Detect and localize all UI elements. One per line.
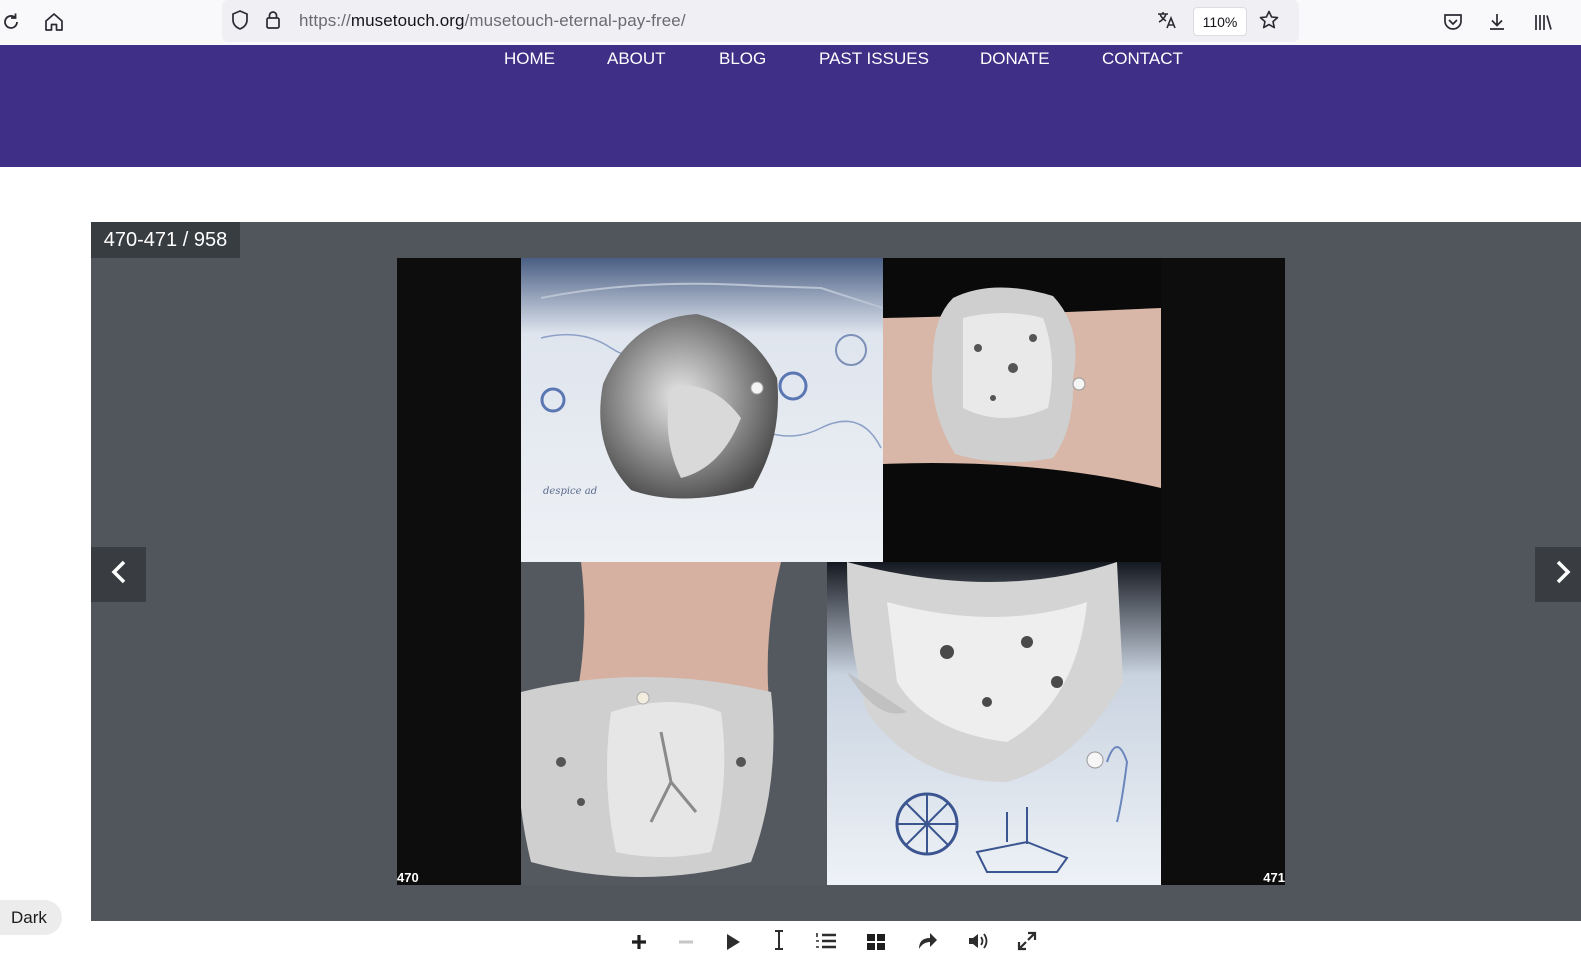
- nav-home[interactable]: HOME: [504, 49, 555, 69]
- url-path: /musetouch-eternal-pay-free/: [464, 11, 686, 30]
- thumbnails-button[interactable]: [863, 932, 889, 956]
- url-domain: musetouch.org: [350, 11, 465, 30]
- library-button[interactable]: [1527, 6, 1559, 38]
- flipbook-toolbar: [620, 929, 1060, 957]
- silver-cuff-closeup-photo: [827, 562, 1161, 885]
- pocket-icon: [1442, 11, 1464, 33]
- share-icon: [916, 931, 938, 956]
- nav-contact[interactable]: CONTACT: [1102, 49, 1183, 69]
- next-page-button[interactable]: [1535, 547, 1581, 602]
- browser-toolbar: https://musetouch.org/musetouch-eternal-…: [0, 0, 1581, 45]
- play-icon: [724, 933, 742, 956]
- zoom-in-button[interactable]: [626, 932, 652, 956]
- home-button[interactable]: [38, 6, 70, 38]
- nav-past-issues[interactable]: PAST ISSUES: [819, 49, 929, 69]
- main-nav: HOME ABOUT BLOG PAST ISSUES DONATE CONTA…: [0, 49, 1581, 79]
- address-bar[interactable]: https://musetouch.org/musetouch-eternal-…: [222, 0, 1299, 42]
- download-icon: [1486, 11, 1508, 33]
- autoplay-button[interactable]: [720, 932, 746, 956]
- chevron-right-icon: [1553, 559, 1573, 590]
- page-counter: 470-471 / 958: [91, 222, 240, 258]
- nav-about[interactable]: ABOUT: [607, 49, 666, 69]
- tracking-protection-shield-icon[interactable]: [230, 9, 250, 31]
- wide-bracelet-on-wrist-photo: [521, 562, 827, 885]
- right-page-number: 471: [1263, 870, 1285, 885]
- dark-mode-toggle[interactable]: Dark: [0, 900, 62, 935]
- flipbook-viewer: 470-471 / 958 despice ad 470 471: [91, 222, 1581, 921]
- url-text[interactable]: https://musetouch.org/musetouch-eternal-…: [299, 11, 686, 31]
- library-icon: [1532, 11, 1554, 33]
- text-select-icon: [772, 929, 786, 956]
- nav-blog[interactable]: BLOG: [719, 49, 766, 69]
- left-page-number: 470: [397, 870, 419, 885]
- text-select-button[interactable]: [766, 929, 792, 956]
- zoom-level-badge[interactable]: 110%: [1193, 7, 1247, 36]
- table-of-contents-icon: [815, 931, 837, 956]
- page-spread[interactable]: despice ad 470 471: [397, 258, 1285, 885]
- pocket-button[interactable]: [1437, 6, 1469, 38]
- fullscreen-button[interactable]: [1014, 931, 1040, 956]
- silver-cuff-on-wrist-photo: [883, 258, 1161, 562]
- silver-cuff-on-map-photo: despice ad: [521, 258, 883, 562]
- reload-icon: [1, 12, 21, 32]
- url-prefix: https://: [299, 11, 351, 30]
- zoom-in-icon: [630, 933, 648, 956]
- sound-icon: [967, 931, 989, 956]
- reload-button[interactable]: [0, 6, 27, 38]
- downloads-button[interactable]: [1481, 6, 1513, 38]
- chevron-left-icon: [109, 559, 129, 590]
- svg-text:despice ad: despice ad: [543, 486, 597, 497]
- sound-button[interactable]: [965, 932, 991, 956]
- table-of-contents-button[interactable]: [813, 932, 839, 956]
- lock-icon[interactable]: [264, 9, 282, 31]
- thumbnails-icon: [866, 933, 886, 956]
- fullscreen-icon: [1017, 931, 1037, 956]
- nav-donate[interactable]: DONATE: [980, 49, 1050, 69]
- translate-icon[interactable]: [1156, 9, 1178, 31]
- site-header: HOME ABOUT BLOG PAST ISSUES DONATE CONTA…: [0, 45, 1581, 167]
- previous-page-button[interactable]: [91, 547, 146, 602]
- home-icon: [43, 11, 65, 33]
- share-button[interactable]: [914, 932, 940, 956]
- bookmark-star-icon[interactable]: [1258, 9, 1280, 31]
- zoom-out-icon: [677, 933, 695, 956]
- zoom-out-button[interactable]: [673, 932, 699, 956]
